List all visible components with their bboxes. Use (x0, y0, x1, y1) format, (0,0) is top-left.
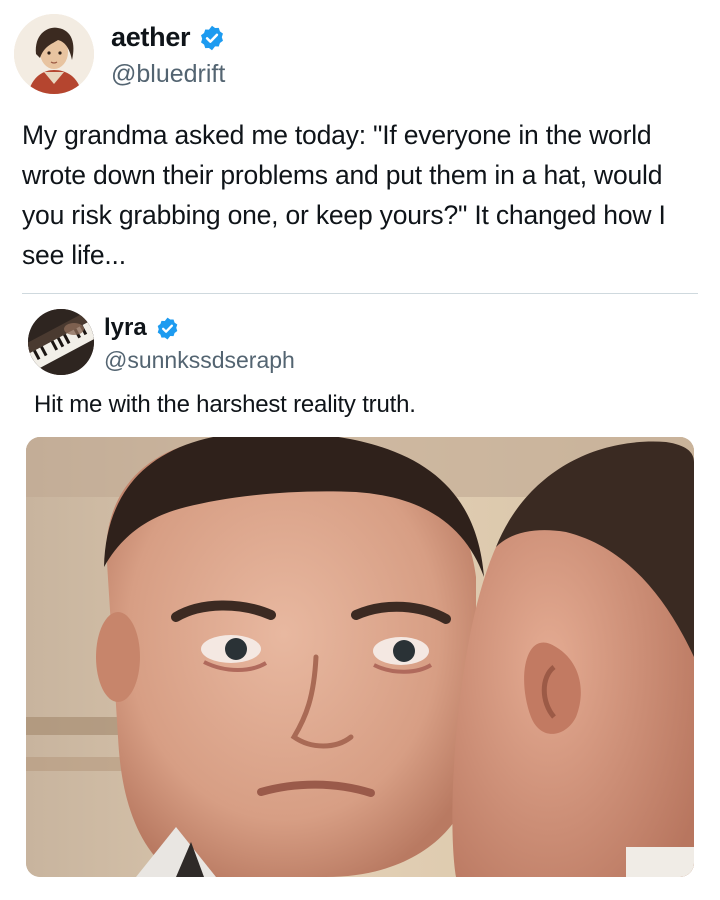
author-handle[interactable]: @bluedrift (111, 60, 225, 89)
author-avatar[interactable] (14, 14, 94, 94)
media-photo-illustration (26, 437, 694, 877)
quoted-avatar-piano-illustration (28, 309, 94, 375)
author-avatar-illustration (14, 14, 94, 94)
author-name[interactable]: aether (111, 22, 191, 53)
quoted-author-name-row: lyra (104, 314, 180, 342)
quoted-tweet-text: Hit me with the harshest reality truth. (34, 391, 416, 418)
divider (22, 293, 698, 294)
author-name-row: aether (111, 22, 226, 53)
tweet-media-image[interactable] (26, 437, 694, 877)
quoted-author-name[interactable]: lyra (104, 314, 147, 342)
tweet-text: My grandma asked me today: "If everyone … (22, 120, 666, 270)
verified-badge-icon (157, 317, 177, 339)
quoted-author-handle[interactable]: @sunnkssdseraph (104, 347, 295, 374)
verified-badge-icon (201, 25, 224, 50)
quoted-author-avatar[interactable] (28, 309, 94, 375)
